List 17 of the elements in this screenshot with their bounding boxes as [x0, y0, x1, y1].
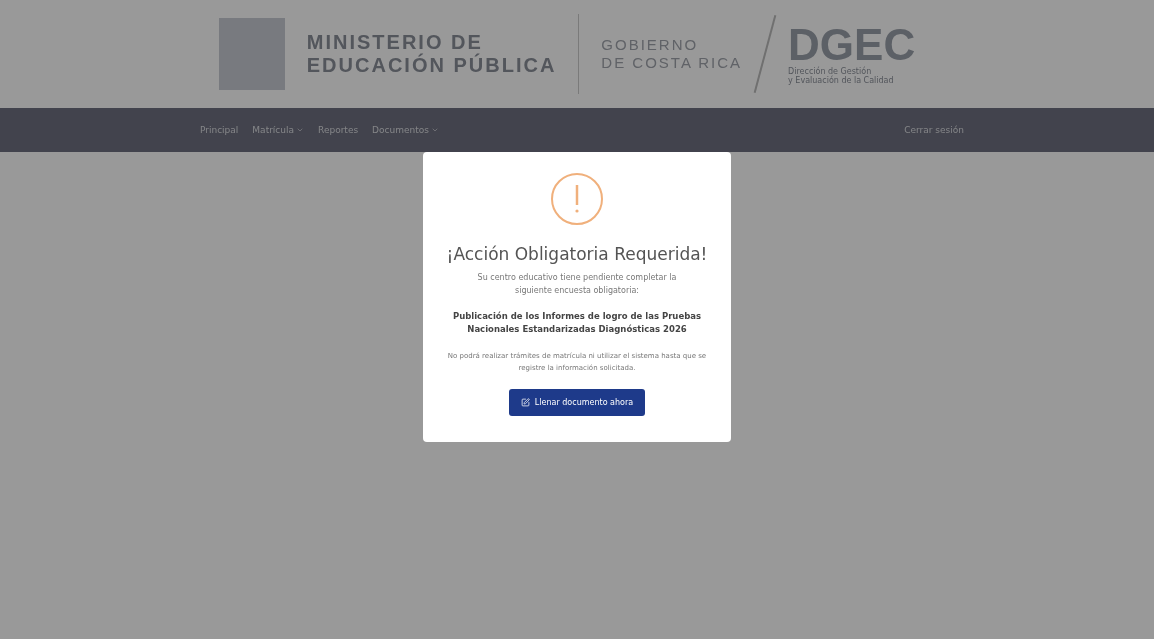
nav-link[interactable]: Matrícula	[252, 125, 305, 135]
dialog-title: ¡Acción Obligatoria Requerida!	[446, 244, 708, 264]
dialog-message: Su centro educativo tiene pendiente completar la siguiente encuesta obligatoria:	[476, 272, 678, 297]
caret-icon	[430, 126, 439, 134]
logout-link[interactable]: Cerrar sesión	[904, 125, 964, 135]
caret-icon	[296, 126, 305, 134]
nav-link[interactable]: Documentos	[372, 125, 439, 135]
warning-icon	[550, 172, 604, 226]
nav-link[interactable]: Principal	[200, 125, 239, 135]
flag-logo	[218, 18, 285, 90]
ministry-name: MINISTERIO DE EDUCACIÓN PÚBLICA	[306, 31, 557, 77]
fill-document-button[interactable]: Llenar documento ahora	[508, 388, 646, 416]
dgec-logo-text: DGEC	[788, 23, 916, 67]
government-name: GOBIERNO DE COSTA RICA	[601, 36, 743, 72]
survey-name: Publicación de los Informes de logro de las Pruebas Nacionales Estandarizadas Diagnósticas 2026	[451, 309, 703, 337]
nav-link[interactable]: Reportes	[318, 125, 359, 135]
edit-icon	[520, 397, 530, 407]
